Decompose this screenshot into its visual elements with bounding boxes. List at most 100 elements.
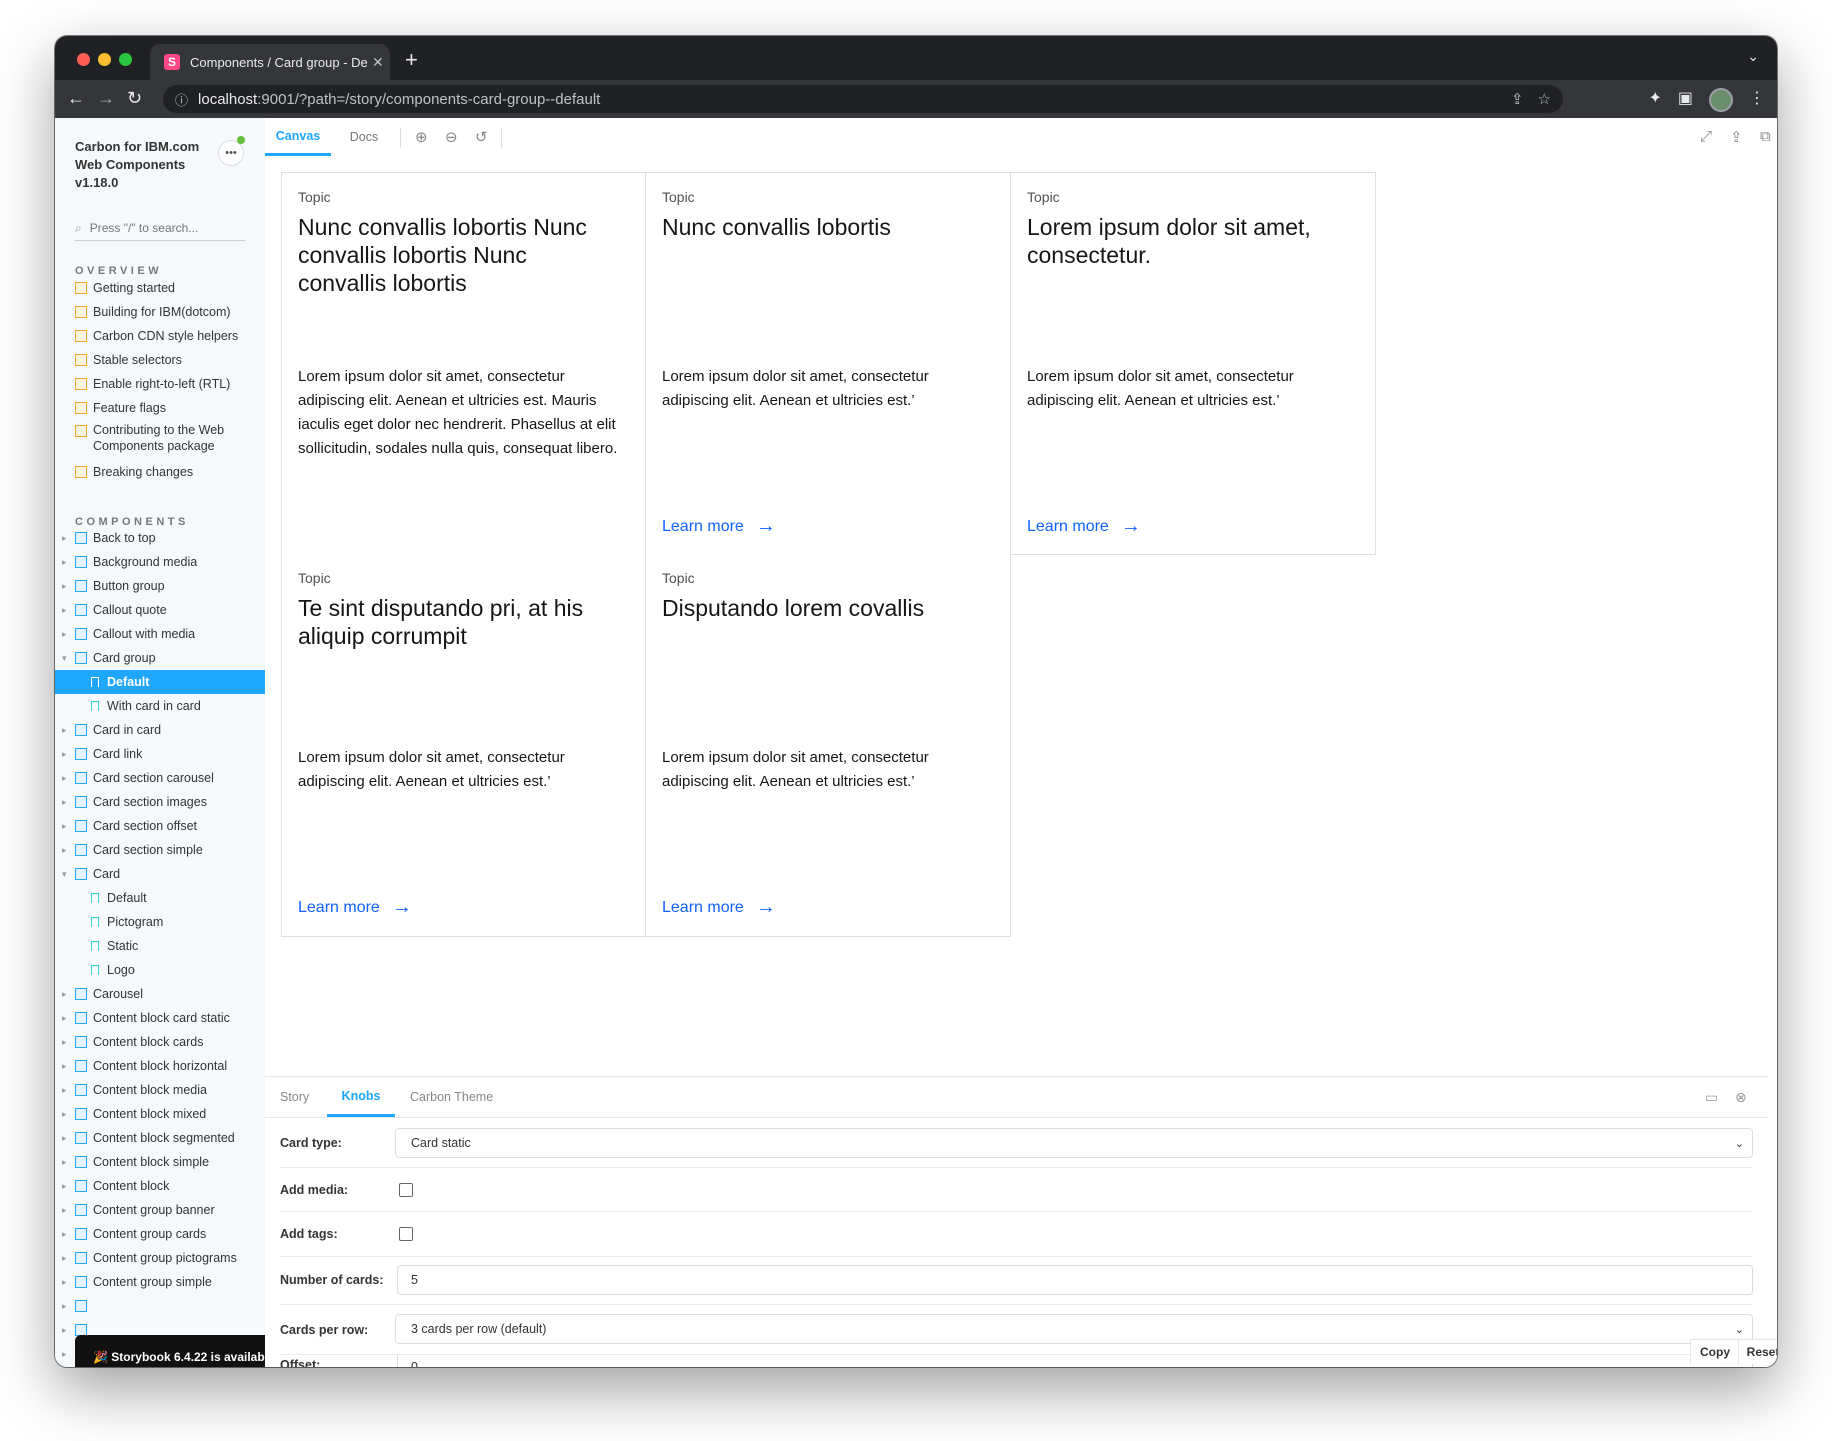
sidebar-component-item[interactable]: ▸ Card section simple — [55, 838, 265, 862]
sidebar-component-item[interactable]: ▸ Card link — [55, 742, 265, 766]
knob-add-tags: Add tags: — [280, 1211, 1753, 1257]
reload-icon[interactable]: ↻ — [127, 88, 142, 109]
sidebar-item-overview[interactable]: Enable right-to-left (RTL) — [55, 372, 265, 396]
url-field[interactable]: ⓘ localhost:9001/?path=/story/components… — [163, 85, 1563, 113]
sidebar-component-item[interactable]: ▸ Content group pictograms — [55, 1246, 265, 1270]
sidebar-component-item[interactable]: ▸ Content block segmented — [55, 1126, 265, 1150]
back-icon[interactable]: ← — [67, 88, 85, 109]
learn-more-link[interactable]: Learn more → — [662, 896, 776, 919]
copy-link-icon[interactable]: ⧉ — [1760, 128, 1771, 145]
card[interactable]: Topic Nunc convallis lobortis Lorem ipsu… — [646, 172, 1011, 555]
tab-carbon-theme[interactable]: Carbon Theme — [410, 1077, 493, 1117]
sidebar-component-item[interactable]: ▸ Card in card — [55, 718, 265, 742]
document-icon — [75, 354, 87, 366]
sidebar-story-item[interactable]: Default — [55, 886, 265, 910]
side-panel-icon[interactable]: ▣ — [1678, 88, 1693, 112]
sidebar-component-item[interactable]: ▸ Content block mixed — [55, 1102, 265, 1126]
sidebar-component-item[interactable]: ▸ Content block simple — [55, 1150, 265, 1174]
sidebar-story-item[interactable]: Logo — [55, 958, 265, 982]
sidebar-component-item[interactable]: ▸ — [55, 1294, 265, 1318]
reset-button[interactable]: Reset — [1738, 1339, 1777, 1364]
copy-button[interactable]: Copy — [1690, 1339, 1739, 1364]
card[interactable]: Topic Lorem ipsum dolor sit amet, consec… — [1011, 172, 1376, 555]
tab-search-chevron-icon[interactable]: ⌄ — [1747, 48, 1759, 65]
sidebar-component-item[interactable]: ▸ Content group simple — [55, 1270, 265, 1294]
sidebar-item-overview[interactable]: Feature flags — [55, 396, 265, 420]
forward-icon[interactable]: → — [97, 88, 115, 109]
sidebar-component-item[interactable]: ▸ Content group banner — [55, 1198, 265, 1222]
brand-title[interactable]: Carbon for IBM.com Web Components v1.18.… — [75, 138, 215, 192]
sidebar-story-item[interactable]: Default — [55, 670, 265, 694]
fullscreen-icon[interactable]: ⤢ — [1700, 128, 1712, 145]
close-panel-icon[interactable]: ⊗ — [1735, 1089, 1747, 1106]
sidebar-story-item[interactable]: Static — [55, 934, 265, 958]
sidebar-component-item[interactable]: ▾ Card — [55, 862, 265, 886]
learn-more-link[interactable]: Learn more → — [298, 896, 412, 919]
maximize-window-button[interactable] — [119, 53, 132, 66]
sidebar-component-item[interactable]: ▾ Card group — [55, 646, 265, 670]
number-of-cards-input[interactable]: 5 — [397, 1265, 1753, 1295]
component-icon — [75, 1300, 87, 1312]
sidebar-component-item[interactable]: ▸ Content block media — [55, 1078, 265, 1102]
sidebar-component-item[interactable]: ▸ Background media — [55, 550, 265, 574]
panel-orientation-icon[interactable]: ▭ — [1705, 1089, 1718, 1106]
open-new-tab-icon[interactable]: ⇪ — [1730, 128, 1743, 146]
sidebar-item-overview[interactable]: Contributing to the Web Components packa… — [55, 420, 265, 460]
sidebar-search[interactable]: ⌕ — [75, 216, 245, 241]
extensions-icon[interactable]: ✦ — [1648, 88, 1661, 112]
cta-label: Learn more — [662, 517, 744, 535]
zoom-out-icon[interactable]: ⊖ — [445, 128, 458, 146]
sidebar-component-item[interactable]: ▸ Content block card static — [55, 1006, 265, 1030]
zoom-reset-icon[interactable]: ↺ — [475, 128, 488, 146]
card[interactable]: Topic Nunc convallis lobortis Nunc conva… — [281, 172, 646, 555]
sidebar-item-overview[interactable]: Building for IBM(dotcom) — [55, 300, 265, 324]
card-type-select[interactable]: Card static ⌄ — [395, 1128, 1753, 1158]
learn-more-link[interactable]: Learn more → — [1027, 515, 1141, 538]
new-tab-icon[interactable]: + — [405, 47, 418, 73]
sidebar-item-overview[interactable]: Stable selectors — [55, 348, 265, 372]
tab-docs[interactable]: Docs — [339, 118, 389, 156]
offset-input[interactable]: 0 — [397, 1354, 1753, 1367]
cards-per-row-select[interactable]: 3 cards per row (default) ⌄ — [395, 1314, 1753, 1344]
sidebar-component-item[interactable]: ▸ Callout with media — [55, 622, 265, 646]
sidebar-item-overview[interactable]: Carbon CDN style helpers — [55, 324, 265, 348]
sidebar-item-label: Callout with media — [93, 627, 196, 641]
update-notification[interactable]: 🎉 Storybook 6.4.22 is available! — [75, 1335, 265, 1367]
sidebar-component-item[interactable]: ▸ Content block cards — [55, 1030, 265, 1054]
sidebar-component-item[interactable]: ▸ Callout quote — [55, 598, 265, 622]
bookmark-star-icon[interactable]: ☆ — [1538, 90, 1551, 108]
sidebar-component-item[interactable]: ▸ Button group — [55, 574, 265, 598]
sidebar-component-item[interactable]: ▸ Card section offset — [55, 814, 265, 838]
sidebar-component-item[interactable]: ▸ Content block horizontal — [55, 1054, 265, 1078]
browser-tab[interactable]: S Components / Card group - De ✕ — [150, 44, 390, 80]
close-window-button[interactable] — [77, 53, 90, 66]
card[interactable]: Topic Te sint disputando pri, at his ali… — [281, 554, 646, 937]
sidebar-item-label: Card in card — [93, 723, 162, 737]
site-info-icon[interactable]: ⓘ — [175, 90, 188, 109]
minimize-window-button[interactable] — [98, 53, 111, 66]
tab-knobs[interactable]: Knobs — [327, 1077, 395, 1117]
tab-canvas[interactable]: Canvas — [265, 118, 331, 156]
sidebar-item-overview[interactable]: Breaking changes — [55, 460, 265, 484]
learn-more-link[interactable]: Learn more → — [662, 515, 776, 538]
add-media-checkbox[interactable] — [399, 1183, 413, 1197]
sidebar-component-item[interactable]: ▸ Carousel — [55, 982, 265, 1006]
share-icon[interactable]: ⇪ — [1511, 90, 1524, 108]
search-input[interactable] — [87, 220, 232, 236]
add-tags-checkbox[interactable] — [399, 1227, 413, 1241]
close-tab-icon[interactable]: ✕ — [372, 54, 384, 71]
sidebar-component-item[interactable]: ▸ Content group cards — [55, 1222, 265, 1246]
sidebar-story-item[interactable]: Pictogram — [55, 910, 265, 934]
sidebar-item-overview[interactable]: Getting started — [55, 276, 265, 300]
browser-menu-icon[interactable]: ⋮ — [1749, 88, 1765, 112]
sidebar-component-item[interactable]: ▸ Back to top — [55, 526, 265, 550]
profile-avatar[interactable] — [1709, 88, 1733, 112]
tab-story[interactable]: Story — [280, 1077, 309, 1117]
sidebar-story-item[interactable]: With card in card — [55, 694, 265, 718]
sidebar-component-item[interactable]: ▸ Card section images — [55, 790, 265, 814]
sidebar-component-item[interactable]: ▸ Content block — [55, 1174, 265, 1198]
zoom-in-icon[interactable]: ⊕ — [415, 128, 428, 146]
card-eyebrow: Topic — [298, 189, 331, 205]
card[interactable]: Topic Disputando lorem covallis Lorem ip… — [646, 554, 1011, 937]
sidebar-component-item[interactable]: ▸ Card section carousel — [55, 766, 265, 790]
